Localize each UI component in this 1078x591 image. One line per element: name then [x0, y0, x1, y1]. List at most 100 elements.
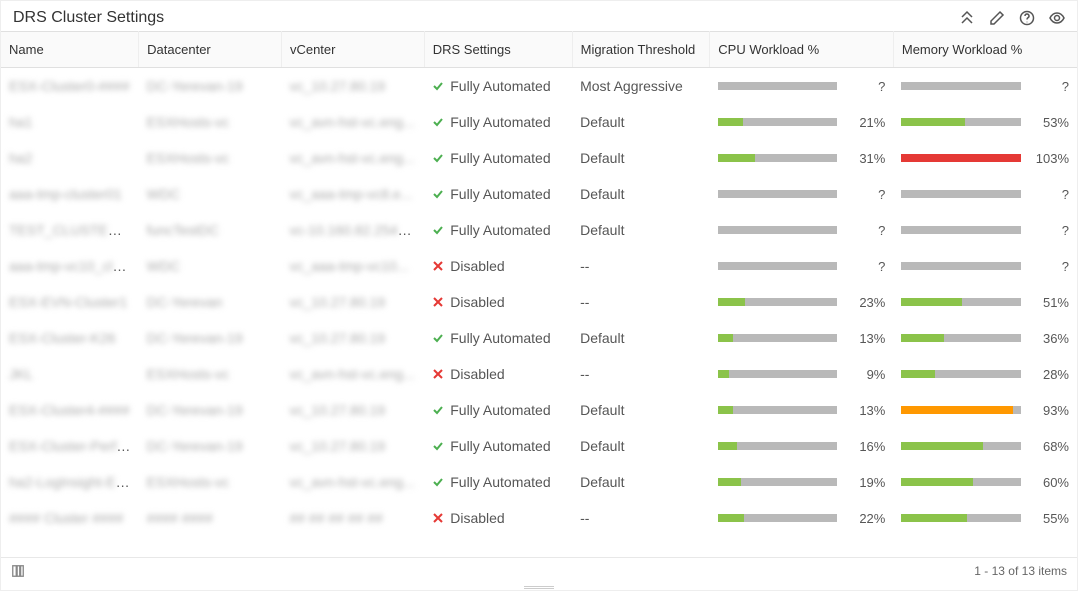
- datacenter-name: ESXHosts-vc: [147, 474, 229, 490]
- drs-status-text: Disabled: [450, 294, 504, 310]
- table-row[interactable]: #### Cluster ######## ###### ## ## ## ##…: [1, 500, 1077, 536]
- col-header-datacenter[interactable]: Datacenter: [139, 32, 282, 68]
- cluster-name: ha2-LogInsight-ESX: [9, 474, 134, 490]
- table-row[interactable]: ha2ESXHosts-vcvc_avn-hst-vc.eng...Fully …: [1, 140, 1077, 176]
- progress-bar-track: [718, 514, 838, 522]
- datacenter-name: ESXHosts-vc: [147, 150, 229, 166]
- cluster-name: ESX-Cluster4-####: [9, 402, 130, 418]
- table-row[interactable]: TEST_CLUSTER_2funcTestDCvc-10.160.82.254…: [1, 212, 1077, 248]
- workload-value: 23%: [847, 295, 885, 310]
- vcenter-name: vc_avn-hst-vc.eng...: [289, 150, 414, 166]
- table-body[interactable]: ESX-Cluster0-####DC-Yerevan-19vc_10.27.8…: [1, 68, 1077, 548]
- column-picker-icon[interactable]: [11, 564, 25, 578]
- collapse-icon[interactable]: [959, 10, 975, 26]
- x-icon: [432, 260, 444, 272]
- progress-bar-fill: [718, 370, 729, 378]
- x-icon: [432, 512, 444, 524]
- migration-threshold: Default: [580, 150, 624, 166]
- drs-status-text: Disabled: [450, 510, 504, 526]
- workload-value: 103%: [1031, 151, 1069, 166]
- workload-value: 93%: [1031, 403, 1069, 418]
- workload-value: 36%: [1031, 331, 1069, 346]
- table-row[interactable]: JKLESXHosts-vcvc_avn-hst-vc.eng...Disabl…: [1, 356, 1077, 392]
- progress-bar-indeterminate: [901, 190, 1021, 198]
- progress-bar-fill: [901, 154, 1021, 162]
- progress-bar-fill: [718, 442, 737, 450]
- workload-value: 21%: [847, 115, 885, 130]
- widget-footer: 1 - 13 of 13 items: [1, 557, 1077, 584]
- check-icon: [432, 332, 444, 344]
- migration-threshold: --: [580, 258, 589, 274]
- workload-value: ?: [847, 223, 885, 238]
- progress-bar-indeterminate: [718, 190, 838, 198]
- cluster-name: ha1: [9, 114, 32, 130]
- header-toolbar: [959, 10, 1065, 26]
- item-count: 1 - 13 of 13 items: [974, 564, 1067, 578]
- cluster-name: ESX-Cluster-K26: [9, 330, 116, 346]
- drs-status-text: Disabled: [450, 258, 504, 274]
- workload-value: 68%: [1031, 439, 1069, 454]
- help-icon[interactable]: [1019, 10, 1035, 26]
- table-row[interactable]: ESX-Cluster-K26DC-Yerevan-19vc_10.27.80.…: [1, 320, 1077, 356]
- col-header-cpu[interactable]: CPU Workload %: [710, 32, 894, 68]
- progress-bar-track: [901, 298, 1021, 306]
- workload-value: 28%: [1031, 367, 1069, 382]
- workload-value: 53%: [1031, 115, 1069, 130]
- col-header-drs[interactable]: DRS Settings: [424, 32, 572, 68]
- table-row[interactable]: ESX-Cluster0-####DC-Yerevan-19vc_10.27.8…: [1, 68, 1077, 104]
- table-header: Name Datacenter vCenter DRS Settings Mig…: [1, 31, 1077, 68]
- table-row[interactable]: ESX-EVN-Cluster1DC-Yerevanvc_10.27.80.19…: [1, 284, 1077, 320]
- drs-status-text: Fully Automated: [450, 438, 550, 454]
- progress-bar-fill: [718, 478, 741, 486]
- migration-threshold: Default: [580, 222, 624, 238]
- progress-bar-fill: [901, 514, 967, 522]
- workload-value: 9%: [847, 367, 885, 382]
- progress-bar-indeterminate: [901, 82, 1021, 90]
- datacenter-name: funcTestDC: [147, 222, 219, 238]
- col-header-name[interactable]: Name: [1, 32, 139, 68]
- table-row[interactable]: ESX-Cluster4-####DC-Yerevan-19vc_10.27.8…: [1, 392, 1077, 428]
- check-icon: [432, 224, 444, 236]
- col-header-migration[interactable]: Migration Threshold: [572, 32, 710, 68]
- vcenter-name: vc_avn-hst-vc.eng...: [289, 474, 414, 490]
- datacenter-name: ESXHosts-vc: [147, 114, 229, 130]
- progress-bar-track: [901, 406, 1021, 414]
- table-row[interactable]: ha1ESXHosts-vcvc_avn-hst-vc.eng...Fully …: [1, 104, 1077, 140]
- migration-threshold: --: [580, 366, 589, 382]
- edit-icon[interactable]: [989, 10, 1005, 26]
- workload-value: 22%: [847, 511, 885, 526]
- datacenter-name: #### ####: [147, 510, 213, 526]
- progress-bar-indeterminate: [718, 82, 838, 90]
- progress-bar-fill: [718, 118, 743, 126]
- table-row[interactable]: aaa-tmp-cluster01WDCvc_aaa-tmp-vc8.e...F…: [1, 176, 1077, 212]
- col-header-memory[interactable]: Memory Workload %: [893, 32, 1077, 68]
- workload-value: ?: [1031, 259, 1069, 274]
- drs-status-text: Fully Automated: [450, 186, 550, 202]
- cluster-name: ESX-EVN-Cluster1: [9, 294, 127, 310]
- progress-bar-fill: [718, 334, 734, 342]
- vcenter-name: vc_10.27.80.19: [289, 402, 385, 418]
- resize-handle[interactable]: [1, 584, 1077, 590]
- progress-bar-track: [901, 154, 1021, 162]
- migration-threshold: Default: [580, 474, 624, 490]
- table-container: Name Datacenter vCenter DRS Settings Mig…: [1, 31, 1077, 557]
- workload-value: 19%: [847, 475, 885, 490]
- table-row[interactable]: aaa-tmp-vc10_clu...WDCvc_aaa-tmp-vc10...…: [1, 248, 1077, 284]
- widget-title: DRS Cluster Settings: [13, 9, 959, 27]
- migration-threshold: Default: [580, 114, 624, 130]
- workload-value: ?: [1031, 79, 1069, 94]
- progress-bar-track: [718, 154, 838, 162]
- visibility-icon[interactable]: [1049, 10, 1065, 26]
- table-row[interactable]: ha2-LogInsight-ESX ESXHosts-vc vc_avn-hst-…: [1, 464, 1077, 500]
- vcenter-name: ## ## ## ## ##: [289, 510, 382, 526]
- col-header-vcenter[interactable]: vCenter: [281, 32, 424, 68]
- migration-threshold: --: [580, 294, 589, 310]
- check-icon: [432, 80, 444, 92]
- check-icon: [432, 188, 444, 200]
- migration-threshold: Default: [580, 186, 624, 202]
- progress-bar-indeterminate: [901, 262, 1021, 270]
- progress-bar-track: [718, 118, 838, 126]
- table-row[interactable]: ESX-Cluster-PerfT...DC-Yerevan-19vc_10.2…: [1, 428, 1077, 464]
- workload-value: 13%: [847, 331, 885, 346]
- progress-bar-track: [718, 334, 838, 342]
